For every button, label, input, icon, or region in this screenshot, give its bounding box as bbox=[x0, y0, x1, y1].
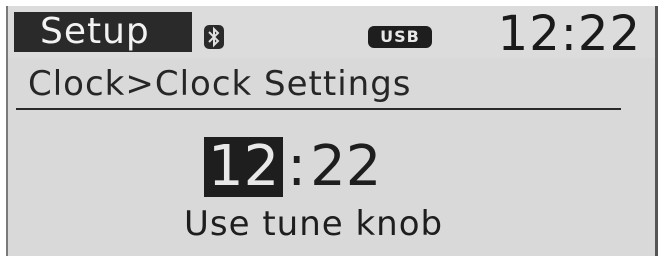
status-clock: 12:22 bbox=[497, 6, 641, 62]
hour-field[interactable]: 12 bbox=[204, 137, 284, 197]
bluetooth-icon bbox=[203, 24, 225, 50]
hint-text: Use tune knob bbox=[184, 204, 444, 244]
display-screen: Setup USB 12:22 Clock>Clock Settings 12 … bbox=[6, 6, 658, 256]
time-separator: : bbox=[287, 134, 307, 199]
status-bar: Setup USB 12:22 bbox=[8, 6, 655, 62]
minute-field[interactable]: 22 bbox=[310, 136, 381, 198]
mode-label: Setup bbox=[14, 12, 192, 52]
divider bbox=[16, 108, 621, 110]
usb-icon: USB bbox=[368, 26, 432, 48]
time-setting[interactable]: 12 : 22 bbox=[204, 136, 381, 198]
breadcrumb: Clock>Clock Settings bbox=[28, 64, 412, 104]
